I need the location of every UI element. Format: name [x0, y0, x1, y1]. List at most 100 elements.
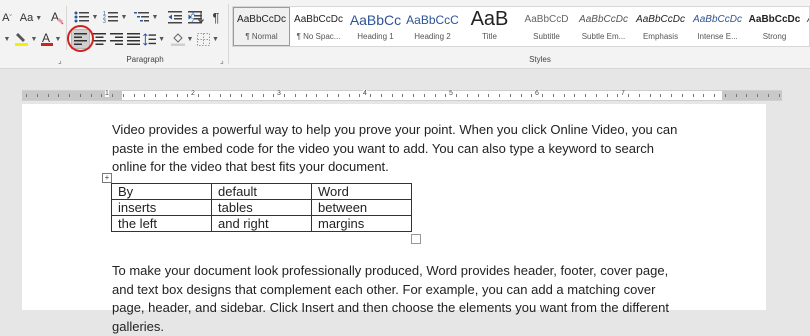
ruler-tick: [434, 94, 436, 97]
style-tile[interactable]: AaBbCcDc Emphasis: [632, 7, 689, 46]
group-divider: [66, 6, 67, 50]
multilevel-list-icon: [133, 12, 149, 22]
table-cell[interactable]: By: [111, 183, 212, 200]
style-tile[interactable]: AaBbCcDc Subtle Em...: [575, 7, 632, 46]
align-left-button[interactable]: [71, 29, 90, 49]
style-preview: AaBbCcDc: [294, 14, 343, 25]
style-name: Subtle Em...: [581, 32, 626, 41]
style-tile[interactable]: AaBbCc Heading 1: [347, 7, 404, 46]
style-preview: AaBbCcDc: [748, 14, 801, 25]
text-highlight-button[interactable]: ▼: [13, 29, 39, 49]
style-tile[interactable]: AaBbCcDc ¶ No Spac...: [290, 7, 347, 46]
style-preview: AaBbCcDc: [693, 14, 742, 25]
body-paragraph-2[interactable]: To make your document look professionall…: [112, 262, 682, 336]
style-tile[interactable]: AaBbCcDc Quote: [803, 7, 809, 46]
ruler-tick: [69, 94, 70, 97]
styles-group-label: Styles: [529, 55, 551, 64]
ruler-tick: [767, 94, 769, 97]
line-spacing-button[interactable]: ▼: [142, 29, 166, 49]
ruler-tick: [574, 94, 576, 97]
table-cell[interactable]: the left: [111, 215, 212, 232]
document-page[interactable]: Video provides a powerful way to help yo…: [22, 104, 766, 334]
ruler-tick: [251, 94, 253, 97]
horizontal-ruler[interactable]: 1 2 3 4 5 6 7: [22, 90, 782, 101]
ruler-tick: [757, 94, 758, 97]
show-hide-marks-button[interactable]: ¶: [207, 7, 225, 27]
bullets-button[interactable]: ▼: [72, 7, 100, 27]
change-case-button[interactable]: Aa ▼: [19, 8, 43, 28]
font-color-icon: A: [40, 31, 53, 46]
table-cell[interactable]: default: [211, 183, 312, 200]
ruler-tick: [284, 94, 285, 97]
ruler-tick: [681, 94, 683, 97]
ruler-tick: [649, 94, 651, 97]
ruler-tick: [638, 94, 640, 97]
style-tile[interactable]: AaBbCcC Heading 2: [404, 7, 461, 46]
table-cell[interactable]: and right: [211, 215, 312, 232]
font-color-button[interactable]: A ▼: [39, 29, 63, 49]
ruler-tick: [499, 94, 500, 97]
ruler-tick: [445, 94, 447, 97]
ruler-tick: [595, 94, 597, 97]
ruler-tick: [509, 94, 511, 97]
ruler-number: 7: [621, 90, 625, 97]
table-cell[interactable]: inserts: [111, 199, 212, 216]
borders-button[interactable]: ▼: [196, 29, 220, 49]
table-cell[interactable]: between: [311, 199, 412, 216]
numbering-button[interactable]: 1 2 3 ▼: [101, 7, 129, 27]
sort-button[interactable]: A Z: [189, 7, 207, 27]
ruler-tick: [155, 94, 156, 97]
ruler-number: 3: [277, 90, 281, 97]
change-case-label: Aa: [19, 12, 34, 24]
ruler-tick: [628, 94, 629, 97]
ruler-tick: [58, 94, 60, 97]
style-tile[interactable]: AaBbCcDc Strong: [746, 7, 803, 46]
style-tile[interactable]: AaBbCcDc ¶ Normal: [233, 7, 290, 46]
body-paragraph-1[interactable]: Video provides a powerful way to help yo…: [112, 121, 682, 177]
ruler-tick: [112, 94, 113, 97]
shrink-font-button[interactable]: Aˇ: [0, 8, 14, 28]
ruler-tick: [563, 94, 565, 97]
shading-button[interactable]: ▼: [169, 29, 195, 49]
table-resize-handle[interactable]: [411, 234, 421, 244]
ruler-tick: [402, 94, 404, 97]
style-name: Heading 2: [414, 32, 451, 41]
multilevel-list-button[interactable]: ▼: [130, 7, 162, 27]
ruler-tick: [316, 94, 318, 97]
font-more-caret[interactable]: ▼: [0, 29, 12, 49]
align-right-button[interactable]: [108, 29, 125, 49]
table-cell[interactable]: margins: [311, 215, 412, 232]
style-tile[interactable]: AaBbCcDc Intense E...: [689, 7, 746, 46]
paint-bucket-icon: [170, 33, 185, 46]
ruler-tick: [36, 94, 38, 97]
table-cell[interactable]: Word: [311, 183, 412, 200]
style-tile[interactable]: AaB Title: [461, 7, 518, 46]
ruler-number: 4: [363, 90, 367, 97]
justify-button[interactable]: [125, 29, 142, 49]
ruler-tick: [47, 94, 49, 97]
svg-text:A: A: [191, 12, 195, 18]
table-cell[interactable]: tables: [211, 199, 312, 216]
document-table[interactable]: By default Word inserts tables between the lef…: [111, 183, 412, 232]
svg-text:3: 3: [103, 19, 106, 24]
style-name: ¶ No Spac...: [296, 32, 341, 41]
ruler-tick: [380, 94, 382, 97]
ruler-tick: [520, 94, 522, 97]
paragraph-dialog-launcher-icon[interactable]: ⌟: [220, 56, 224, 65]
style-preview: AaB: [470, 8, 509, 30]
table-move-handle-icon[interactable]: +: [102, 173, 112, 183]
clear-formatting-button[interactable]: A: [48, 7, 66, 27]
font-dialog-launcher-icon[interactable]: ⌟: [58, 56, 62, 65]
style-preview: AaBbCcC: [406, 13, 459, 27]
decrease-indent-button[interactable]: [166, 7, 184, 27]
style-name: Subtitle: [533, 32, 560, 41]
ribbon-home: Aˇ Aa ▼ A ▼ ▼ A ▼ ▼ 1 2 3 ▼ ▼ A Z ¶ ▼ ▼ …: [0, 0, 810, 69]
style-tile[interactable]: AaBbCcD Subtitle: [518, 7, 575, 46]
style-preview: AaBbCcDc: [237, 14, 286, 25]
ruler-tick: [359, 94, 361, 97]
align-center-button[interactable]: [91, 29, 108, 49]
ruler-tick: [230, 94, 232, 97]
svg-text:Z: Z: [191, 19, 195, 24]
style-preview: AaBbCcDc: [579, 14, 628, 25]
style-name: ¶ Normal: [245, 32, 278, 41]
